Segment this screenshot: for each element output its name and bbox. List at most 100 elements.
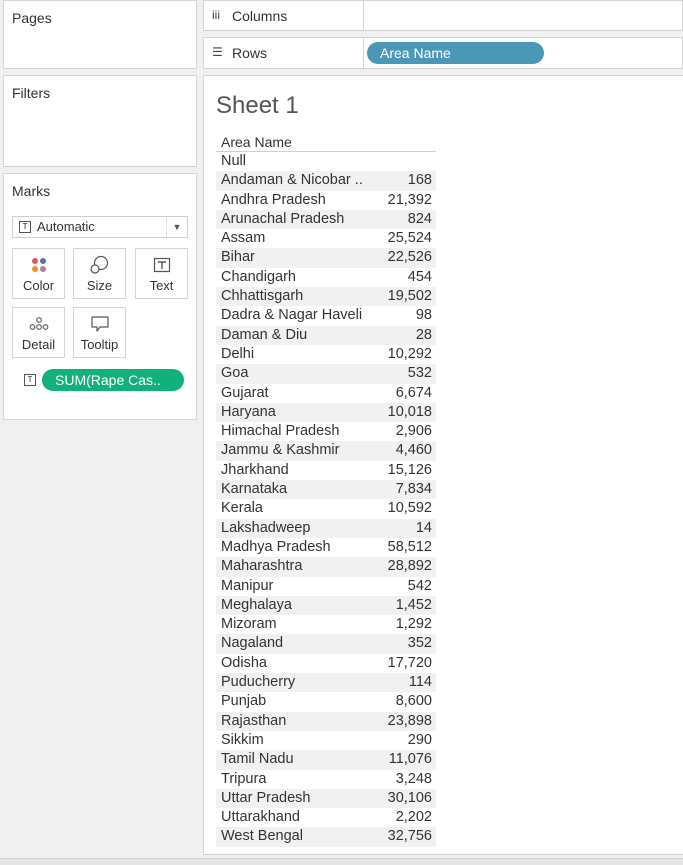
table-row[interactable]: Chhattisgarh 19,502	[216, 287, 436, 307]
table-row[interactable]: Andhra Pradesh 21,392	[216, 191, 436, 210]
table-row[interactable]: Maharashtra 28,892	[216, 557, 436, 577]
value-cell: 10,292	[387, 345, 432, 362]
rows-shelf[interactable]: ☰ Rows Area Name	[203, 37, 683, 69]
area-name-cell: Goa	[221, 365, 249, 382]
text-button[interactable]: Text	[135, 248, 188, 299]
area-name-cell: Bihar	[221, 249, 255, 266]
size-label: Size	[86, 278, 113, 293]
value-cell: 23,898	[387, 712, 432, 729]
rows-shelf-label: ☰ Rows	[204, 38, 364, 68]
area-name-cell: Madhya Pradesh	[221, 538, 331, 555]
table-row[interactable]: Chandigarh 454	[216, 268, 436, 287]
area-name-cell: Meghalaya	[221, 596, 292, 613]
marks-card: Marks T Automatic ▼ Color Size Text Deta…	[3, 173, 197, 420]
value-cell: 17,720	[387, 654, 432, 671]
table-row[interactable]: Delhi 10,292	[216, 345, 436, 364]
table-row[interactable]: Haryana 10,018	[216, 402, 436, 423]
tooltip-button[interactable]: Tooltip	[73, 307, 126, 358]
tooltip-icon	[74, 314, 125, 334]
value-cell: 28	[415, 326, 432, 343]
color-label: Color	[22, 278, 55, 293]
value-cell: 10,592	[387, 500, 432, 517]
value-cell: 4,460	[395, 442, 432, 459]
table-row[interactable]: Uttar Pradesh 30,106	[216, 788, 436, 809]
value-cell: 1,452	[395, 596, 432, 613]
value-cell: 28,892	[387, 558, 432, 575]
pages-title: Pages	[12, 10, 52, 26]
table-body: Null Andaman & Nicobar .. 168 Andhra Prades…	[216, 152, 436, 847]
sheet-view: Sheet 1 Area Name Null Andaman & Nicobar …	[203, 75, 683, 855]
table-row[interactable]: Nagaland 352	[216, 634, 436, 654]
table-row[interactable]: Uttarakhand 2,202	[216, 808, 436, 827]
table-row[interactable]: Punjab 8,600	[216, 692, 436, 711]
measure-pill[interactable]: SUM(Rape Cas..	[42, 369, 184, 391]
value-cell: 11,076	[388, 751, 432, 768]
table-row[interactable]: Tripura 3,248	[216, 770, 436, 789]
detail-label: Detail	[21, 337, 56, 352]
value-cell: 3,248	[395, 770, 432, 787]
value-cell: 21,392	[387, 191, 432, 208]
area-name-cell: Assam	[221, 230, 266, 247]
value-cell: 58,512	[387, 538, 432, 555]
table-row[interactable]: Rajasthan 23,898	[216, 711, 436, 731]
area-name-cell: Mizoram	[221, 616, 277, 633]
area-name-cell: Jammu & Kashmir	[221, 442, 340, 459]
table-row[interactable]: Puducherry 114	[216, 673, 436, 693]
table-row[interactable]: Null	[216, 152, 436, 171]
area-name-cell: Andaman & Nicobar ..	[221, 172, 363, 189]
table-row[interactable]: Arunachal Pradesh 824	[216, 209, 436, 230]
table-row[interactable]: Himachal Pradesh 2,906	[216, 422, 436, 441]
color-icon	[13, 255, 64, 275]
table-row[interactable]: Bihar 22,526	[216, 248, 436, 268]
value-cell: 98	[415, 307, 432, 324]
value-cell: 824	[407, 210, 432, 227]
text-encoding-icon[interactable]: T	[24, 374, 36, 386]
table-row[interactable]: Assam 25,524	[216, 229, 436, 248]
area-name-cell: Punjab	[221, 693, 267, 710]
table-row[interactable]: Goa 532	[216, 364, 436, 384]
table-row[interactable]: Madhya Pradesh 58,512	[216, 538, 436, 557]
text-mark-icon: T	[19, 221, 31, 233]
table-row[interactable]: Gujarat 6,674	[216, 384, 436, 403]
table-row[interactable]: Andaman & Nicobar .. 168	[216, 171, 436, 191]
area-name-pill[interactable]: Area Name	[367, 42, 544, 64]
size-button[interactable]: Size	[73, 248, 126, 299]
table-row[interactable]: Meghalaya 1,452	[216, 595, 436, 616]
table-row[interactable]: Mizoram 1,292	[216, 615, 436, 634]
area-name-cell: Chandigarh	[221, 268, 296, 285]
table-row[interactable]: Lakshadweep 14	[216, 518, 436, 538]
table-row[interactable]: Sikkim 290	[216, 731, 436, 750]
marks-title: Marks	[12, 183, 51, 199]
area-name-cell: Gujarat	[221, 384, 269, 401]
table-row[interactable]: Karnataka 7,834	[216, 480, 436, 500]
value-cell: 454	[407, 268, 432, 285]
area-name-cell: Delhi	[221, 345, 255, 362]
columns-shelf[interactable]: iii Columns	[203, 0, 683, 31]
detail-button[interactable]: Detail	[12, 307, 65, 358]
filters-card[interactable]: Filters	[3, 75, 197, 167]
table-row[interactable]: Tamil Nadu 11,076	[216, 750, 436, 770]
pages-card[interactable]: Pages	[3, 0, 197, 69]
color-button[interactable]: Color	[12, 248, 65, 299]
rows-icon: ☰	[212, 45, 223, 59]
table-row[interactable]: Jharkhand 15,126	[216, 461, 436, 480]
area-name-cell: Uttar Pradesh	[221, 789, 311, 806]
table-row[interactable]: Odisha 17,720	[216, 654, 436, 673]
columns-label-text: Columns	[232, 8, 288, 24]
value-cell: 352	[407, 635, 432, 652]
value-cell: 25,524	[387, 230, 432, 247]
table-row[interactable]: Daman & Diu 28	[216, 325, 436, 345]
area-name-cell: Manipur	[221, 577, 274, 594]
mark-type-dropdown[interactable]: T Automatic ▼	[12, 216, 188, 238]
column-header[interactable]: Area Name	[216, 133, 436, 152]
table-row[interactable]: West Bengal 32,756	[216, 827, 436, 847]
area-name-cell: Arunachal Pradesh	[221, 210, 345, 227]
text-icon	[136, 255, 187, 275]
chevron-down-icon[interactable]: ▼	[166, 217, 187, 237]
value-cell: 532	[407, 365, 432, 382]
value-cell: 542	[407, 577, 432, 594]
table-row[interactable]: Jammu & Kashmir 4,460	[216, 441, 436, 461]
table-row[interactable]: Manipur 542	[216, 577, 436, 596]
table-row[interactable]: Kerala 10,592	[216, 499, 436, 518]
table-row[interactable]: Dadra & Nagar Haveli 98	[216, 306, 436, 325]
